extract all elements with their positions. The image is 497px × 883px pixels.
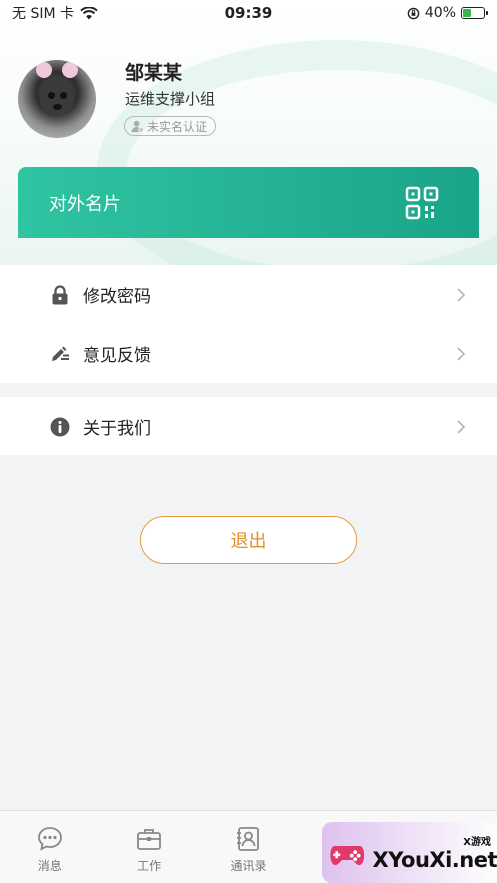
tab-label-messages: 消息 [37, 859, 62, 873]
battery-percent: 40% [424, 5, 456, 21]
watermark: X游戏 XYouXi.net [322, 822, 497, 883]
tab-messages[interactable]: 消息 [0, 811, 99, 883]
user-group: 运维支撑小组 [125, 90, 216, 108]
chevron-right-icon [457, 287, 466, 302]
tab-work[interactable]: 工作 [99, 811, 198, 883]
verify-badge[interactable]: 未实名认证 [124, 116, 217, 136]
menu-group-about: 关于我们 [0, 397, 497, 455]
carrier-label: 无 SIM 卡 [12, 6, 74, 22]
menu-label-about-us: 关于我们 [83, 419, 151, 439]
tab-label-work: 工作 [137, 859, 162, 873]
chevron-right-icon [457, 419, 466, 434]
gamepad-logo-icon [330, 845, 365, 865]
user-unverified-icon [131, 120, 144, 133]
wifi-icon [80, 6, 98, 19]
menu-label-change-password: 修改密码 [83, 287, 151, 307]
menu-item-about-us[interactable]: 关于我们 [0, 397, 497, 456]
briefcase-icon [137, 829, 161, 850]
watermark-small-text: X游戏 [463, 837, 491, 848]
avatar[interactable] [18, 60, 96, 138]
menu-item-change-password[interactable]: 修改密码 [0, 265, 497, 324]
menu-item-feedback[interactable]: 意见反馈 [0, 324, 497, 383]
qrcode-icon[interactable] [405, 186, 439, 220]
info-icon [50, 417, 70, 437]
tab-label-contacts: 通讯录 [230, 859, 267, 873]
card-title: 对外名片 [49, 193, 121, 215]
status-bar: 无 SIM 卡 09:39 40% [0, 0, 497, 26]
business-card-button[interactable]: 对外名片 [18, 167, 479, 238]
orientation-lock-icon [407, 7, 420, 19]
contacts-icon [237, 827, 260, 851]
verify-label: 未实名认证 [147, 119, 208, 134]
logout-button[interactable]: 退出 [140, 516, 357, 564]
user-name: 邹某某 [125, 62, 183, 84]
menu-label-feedback: 意见反馈 [83, 346, 151, 366]
menu-group-account: 修改密码 意见反馈 [0, 265, 497, 383]
tab-contacts[interactable]: 通讯录 [199, 811, 298, 883]
chat-icon [37, 827, 62, 851]
battery-icon [461, 7, 488, 19]
edit-icon [50, 344, 70, 364]
lock-icon [50, 284, 70, 305]
chevron-right-icon [457, 346, 466, 361]
watermark-big-text: XYouXi.net [372, 848, 497, 872]
